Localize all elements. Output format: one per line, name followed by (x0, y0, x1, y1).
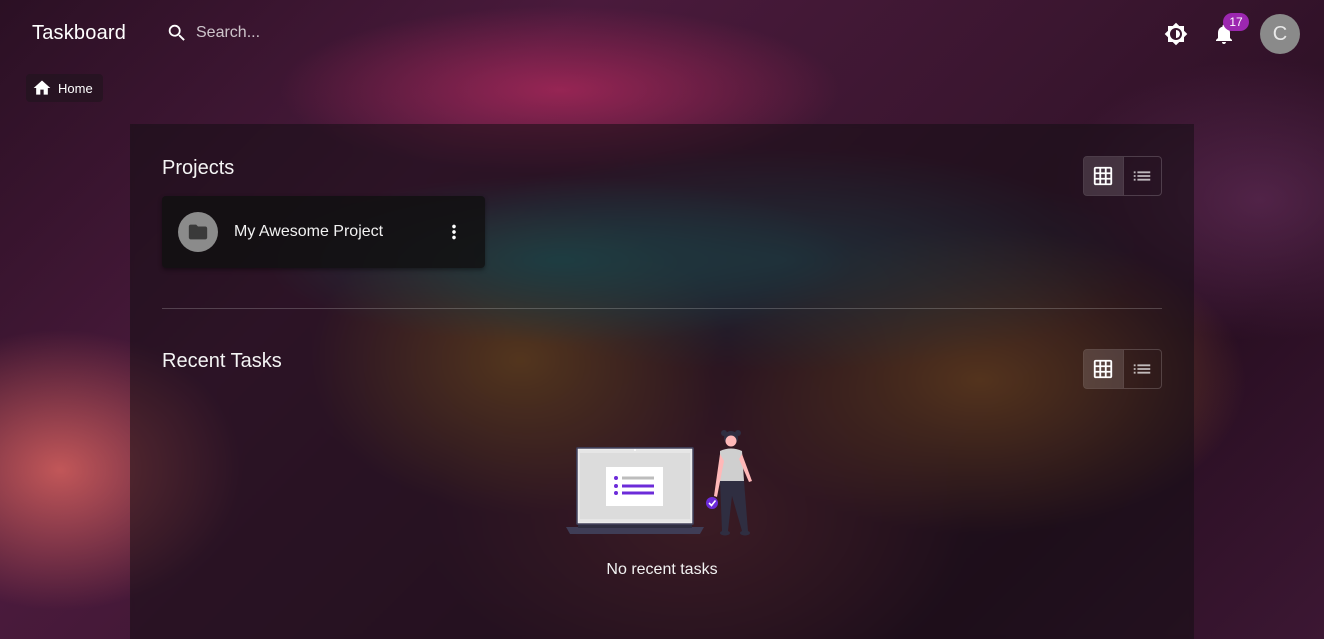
search-icon (168, 24, 185, 41)
empty-tasks-message: No recent tasks (606, 561, 718, 578)
projects-list-view-button[interactable] (1122, 157, 1162, 195)
project-avatar (178, 212, 218, 252)
grid-view-icon (1094, 166, 1113, 186)
projects-title: Projects (162, 157, 235, 179)
projects-view-toggle (1083, 156, 1162, 196)
search-bar[interactable] (166, 22, 436, 44)
recent-tasks-title: Recent Tasks (162, 350, 282, 372)
projects-grid-view-button[interactable] (1084, 157, 1123, 195)
avatar[interactable]: C (1260, 14, 1300, 54)
tasks-list-view-button[interactable] (1122, 350, 1162, 388)
theme-toggle-button[interactable] (1162, 20, 1190, 48)
empty-tasks-illustration (566, 430, 752, 536)
project-menu-button[interactable] (442, 220, 466, 244)
app-bar: Taskboard 17 C (0, 0, 1324, 68)
breadcrumb-home-label: Home (58, 80, 93, 96)
project-card[interactable]: My Awesome Project (162, 196, 485, 268)
search-input[interactable] (196, 24, 436, 42)
tasks-grid-view-button[interactable] (1084, 350, 1123, 388)
project-name: My Awesome Project (234, 223, 384, 240)
list-view-icon (1134, 171, 1151, 181)
main-panel: Projects My Awesome Project Recent Tasks (130, 124, 1194, 639)
notification-badge: 17 (1223, 13, 1249, 31)
list-view-icon (1134, 364, 1151, 374)
section-divider (162, 308, 1162, 309)
brightness-icon (1164, 22, 1188, 46)
folder-icon (188, 224, 208, 240)
more-vertical-icon (452, 224, 456, 240)
home-icon (33, 80, 51, 95)
breadcrumb[interactable]: Home (26, 74, 103, 102)
app-title[interactable]: Taskboard (32, 22, 126, 45)
grid-view-icon (1094, 359, 1113, 379)
tasks-view-toggle (1083, 349, 1162, 389)
